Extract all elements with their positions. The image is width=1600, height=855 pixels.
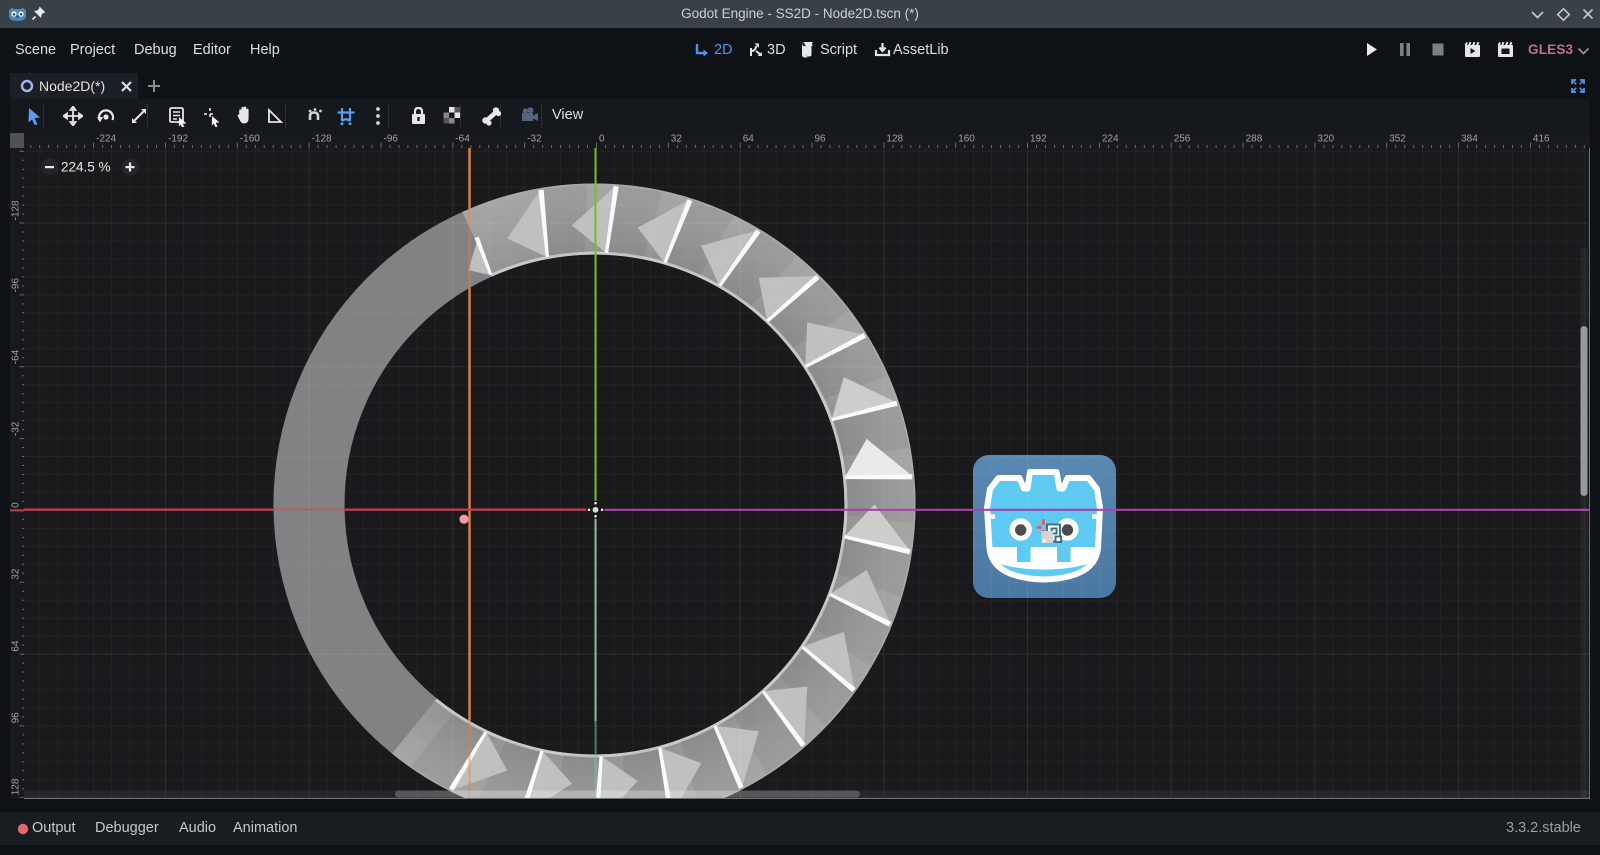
- svg-text:-160: -160: [11, 148, 22, 149]
- svg-text:64: 64: [11, 640, 22, 652]
- svg-text:352: 352: [1389, 134, 1406, 145]
- svg-text:288: 288: [1246, 134, 1263, 145]
- svg-text:256: 256: [1174, 134, 1191, 145]
- svg-text:96: 96: [815, 134, 827, 145]
- svg-text:-160: -160: [240, 134, 260, 145]
- svg-text:160: 160: [958, 134, 975, 145]
- svg-text:96: 96: [11, 712, 22, 724]
- svg-text:-96: -96: [11, 278, 22, 293]
- svg-text:-32: -32: [527, 134, 542, 145]
- svg-text:128: 128: [11, 778, 22, 795]
- svg-text:32: 32: [11, 568, 22, 580]
- svg-text:192: 192: [1030, 134, 1047, 145]
- svg-text:-64: -64: [11, 349, 22, 364]
- svg-text:-96: -96: [384, 134, 399, 145]
- svg-text:-32: -32: [11, 421, 22, 436]
- svg-text:-128: -128: [11, 200, 22, 220]
- svg-text:416: 416: [1533, 134, 1550, 145]
- svg-text:384: 384: [1461, 134, 1478, 145]
- svg-text:0: 0: [599, 134, 605, 145]
- svg-text:-224: -224: [96, 134, 116, 145]
- svg-text:64: 64: [743, 134, 755, 145]
- svg-text:320: 320: [1317, 134, 1334, 145]
- svg-text:224: 224: [1102, 134, 1119, 145]
- svg-text:-192: -192: [168, 134, 188, 145]
- svg-text:-128: -128: [312, 134, 332, 145]
- svg-text:32: 32: [671, 134, 683, 145]
- svg-text:-64: -64: [455, 134, 470, 145]
- svg-text:0: 0: [11, 502, 22, 508]
- svg-text:128: 128: [886, 134, 903, 145]
